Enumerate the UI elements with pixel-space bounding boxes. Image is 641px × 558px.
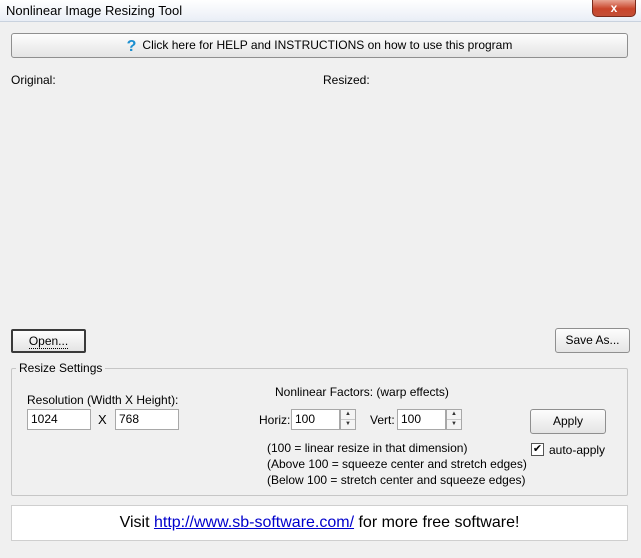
resolution-label: Resolution (Width X Height): [27, 393, 179, 407]
visit-suffix: for more free software! [354, 514, 520, 531]
save-as-button[interactable]: Save As... [555, 328, 630, 353]
checkmark-icon: ✔ [532, 443, 543, 455]
original-pane-label: Original: [11, 73, 56, 87]
help-question-icon: ? [126, 38, 137, 55]
horiz-spinner[interactable]: ▲ ▼ [340, 409, 356, 430]
horiz-label: Horiz: [259, 413, 291, 427]
note-below: (Below 100 = stretch center and squeeze … [267, 473, 526, 487]
spin-up-icon[interactable]: ▲ [341, 410, 355, 419]
help-instructions-button[interactable]: ? Click here for HELP and INSTRUCTIONS on… [11, 33, 628, 58]
times-separator: X [98, 412, 107, 427]
spin-down-icon[interactable]: ▼ [447, 419, 461, 428]
website-link[interactable]: http://www.sb-software.com/ [154, 514, 354, 531]
main-client-area: ? Click here for HELP and INSTRUCTIONS on… [0, 23, 641, 558]
save-as-button-label: Save As... [565, 333, 620, 347]
resized-pane-label: Resized: [323, 73, 370, 87]
vert-label: Vert: [370, 413, 395, 427]
auto-apply-label: auto-apply [549, 443, 606, 457]
spin-up-icon[interactable]: ▲ [447, 410, 461, 419]
horiz-input[interactable]: 100 [291, 409, 340, 430]
apply-button[interactable]: Apply [530, 409, 606, 434]
close-button[interactable]: x [592, 0, 636, 17]
help-button-label: Click here for HELP and INSTRUCTIONS on … [142, 38, 513, 52]
note-linear: (100 = linear resize in that dimension) [267, 441, 468, 455]
title-bar: Nonlinear Image Resizing Tool x [0, 0, 641, 22]
note-above: (Above 100 = squeeze center and stretch … [267, 457, 527, 471]
window-title: Nonlinear Image Resizing Tool [6, 3, 183, 18]
close-icon: x [610, 1, 618, 15]
nonlinear-factors-label: Nonlinear Factors: (warp effects) [275, 385, 449, 399]
open-button-label: Open... [28, 334, 69, 349]
open-button[interactable]: Open... [11, 329, 86, 353]
vert-input[interactable]: 100 [397, 409, 446, 430]
width-input[interactable]: 1024 [27, 409, 91, 430]
visit-prefix: Visit [119, 514, 154, 531]
resize-settings-title: Resize Settings [16, 361, 106, 375]
spin-down-icon[interactable]: ▼ [341, 419, 355, 428]
height-input[interactable]: 768 [115, 409, 179, 430]
apply-button-label: Apply [552, 414, 584, 428]
visit-website-panel: Visit http://www.sb-software.com/ for mo… [11, 505, 628, 541]
vert-spinner[interactable]: ▲ ▼ [446, 409, 462, 430]
auto-apply-checkbox[interactable]: ✔ [531, 443, 544, 456]
